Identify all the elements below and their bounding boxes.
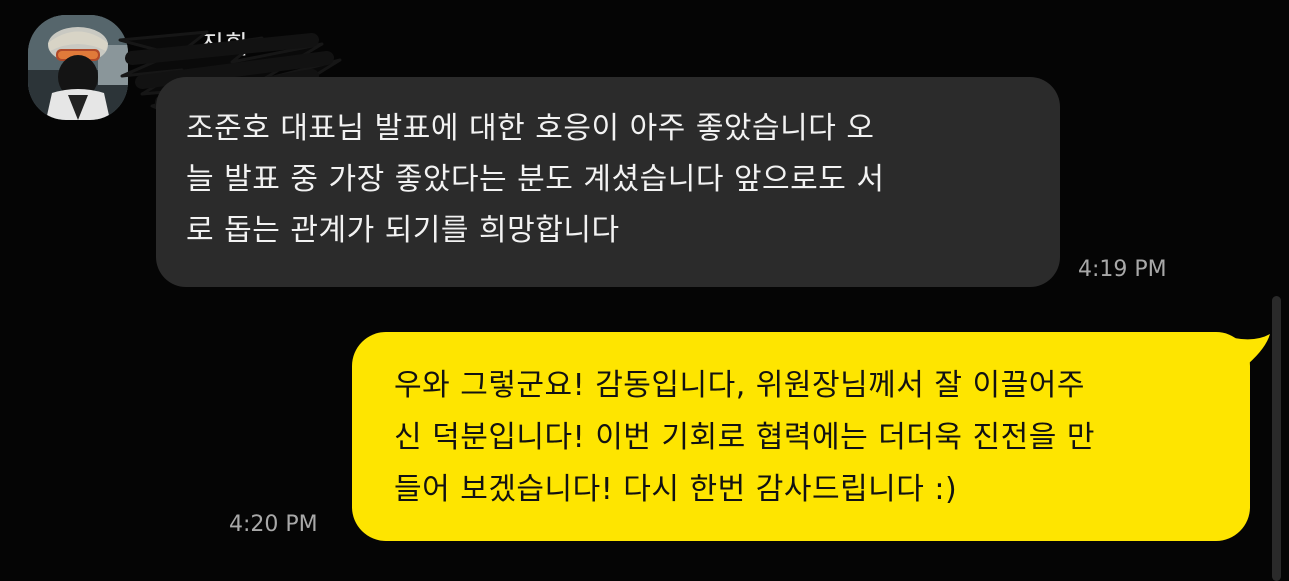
incoming-message-bubble[interactable]: 조준호 대표님 발표에 대한 호응이 아주 좋았습니다 오 늘 발표 중 가장 … — [156, 77, 1060, 287]
outgoing-message-time: 4:20 PM — [229, 512, 318, 537]
sender-avatar[interactable] — [28, 15, 128, 120]
sender-name: 진환 — [200, 31, 250, 61]
incoming-message-time: 4:19 PM — [1078, 257, 1167, 282]
avatar-photo-icon — [28, 15, 128, 120]
chat-scrollbar[interactable] — [1272, 296, 1281, 581]
chat-screen: 진환 조준호 대표님 발표에 대한 호응이 아주 좋았습니다 오 늘 발표 중 … — [0, 0, 1289, 581]
outgoing-message-bubble[interactable]: 우와 그렇군요! 감동입니다, 위원장님께서 잘 이끌어주 신 덕분입니다! 이… — [352, 332, 1250, 541]
